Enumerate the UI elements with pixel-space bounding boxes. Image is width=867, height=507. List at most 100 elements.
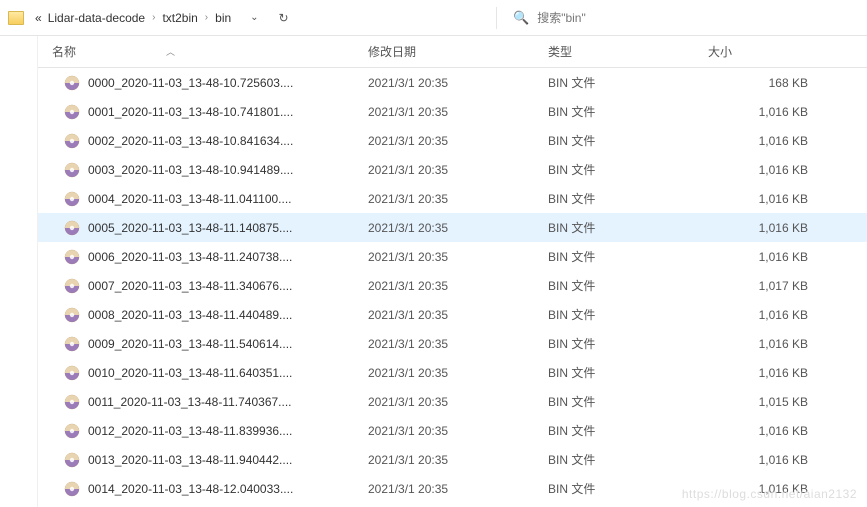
file-date: 2021/3/1 20:35 — [368, 337, 548, 351]
file-type: BIN 文件 — [548, 422, 708, 439]
header-size[interactable]: 大小 — [708, 36, 838, 67]
file-name: 0013_2020-11-03_13-48-11.940442.... — [88, 453, 292, 467]
file-type: BIN 文件 — [548, 190, 708, 207]
bin-file-icon — [64, 104, 80, 120]
search-placeholder: 搜索"bin" — [537, 9, 586, 26]
file-row[interactable]: 0012_2020-11-03_13-48-11.839936.... 2021… — [38, 416, 867, 445]
bin-file-icon — [64, 307, 80, 323]
file-type: BIN 文件 — [548, 277, 708, 294]
file-size: 1,016 KB — [708, 308, 838, 322]
file-date: 2021/3/1 20:35 — [368, 250, 548, 264]
bin-file-icon — [64, 220, 80, 236]
file-type: BIN 文件 — [548, 248, 708, 265]
file-row[interactable]: 0014_2020-11-03_13-48-12.040033.... 2021… — [38, 474, 867, 503]
refresh-icon[interactable]: ↻ — [271, 7, 297, 29]
file-name: 0010_2020-11-03_13-48-11.640351.... — [88, 366, 292, 380]
file-size: 1,016 KB — [708, 221, 838, 235]
file-row[interactable]: 0000_2020-11-03_13-48-10.725603.... 2021… — [38, 68, 867, 97]
file-list: 0000_2020-11-03_13-48-10.725603.... 2021… — [38, 68, 867, 507]
breadcrumb-prefix[interactable]: « — [32, 11, 45, 25]
file-size: 1,016 KB — [708, 366, 838, 380]
file-name: 0002_2020-11-03_13-48-10.841634.... — [88, 134, 293, 148]
file-name: 0006_2020-11-03_13-48-11.240738.... — [88, 250, 292, 264]
file-size: 1,016 KB — [708, 482, 838, 496]
column-headers: 名称 ︿ 修改日期 类型 大小 — [38, 36, 867, 68]
file-row[interactable]: 0008_2020-11-03_13-48-11.440489.... 2021… — [38, 300, 867, 329]
file-size: 1,016 KB — [708, 134, 838, 148]
bin-file-icon — [64, 452, 80, 468]
file-type: BIN 文件 — [548, 480, 708, 497]
file-row[interactable]: 0007_2020-11-03_13-48-11.340676.... 2021… — [38, 271, 867, 300]
file-type: BIN 文件 — [548, 306, 708, 323]
file-type: BIN 文件 — [548, 364, 708, 381]
file-name: 0000_2020-11-03_13-48-10.725603.... — [88, 76, 293, 90]
bin-file-icon — [64, 75, 80, 91]
file-name: 0008_2020-11-03_13-48-11.440489.... — [88, 308, 292, 322]
file-row[interactable]: 0010_2020-11-03_13-48-11.640351.... 2021… — [38, 358, 867, 387]
file-date: 2021/3/1 20:35 — [368, 163, 548, 177]
file-row[interactable]: 0002_2020-11-03_13-48-10.841634.... 2021… — [38, 126, 867, 155]
file-size: 1,016 KB — [708, 250, 838, 264]
breadcrumb-item-1[interactable]: txt2bin — [159, 11, 200, 25]
file-size: 1,016 KB — [708, 337, 838, 351]
file-name: 0001_2020-11-03_13-48-10.741801.... — [88, 105, 293, 119]
bin-file-icon — [64, 191, 80, 207]
file-name: 0007_2020-11-03_13-48-11.340676.... — [88, 279, 292, 293]
bin-file-icon — [64, 394, 80, 410]
file-name: 0009_2020-11-03_13-48-11.540614.... — [88, 337, 292, 351]
search-input[interactable]: 🔍 搜索"bin" — [503, 3, 863, 33]
file-name: 0011_2020-11-03_13-48-11.740367.... — [88, 395, 292, 409]
file-size: 1,016 KB — [708, 453, 838, 467]
file-type: BIN 文件 — [548, 132, 708, 149]
file-row[interactable]: 0001_2020-11-03_13-48-10.741801.... 2021… — [38, 97, 867, 126]
breadcrumb-dropdown-icon[interactable]: ⌄ — [242, 8, 266, 27]
bin-file-icon — [64, 133, 80, 149]
nav-pane-collapsed[interactable] — [0, 36, 38, 507]
file-size: 1,016 KB — [708, 105, 838, 119]
file-date: 2021/3/1 20:35 — [368, 105, 548, 119]
divider — [496, 7, 497, 29]
file-date: 2021/3/1 20:35 — [368, 395, 548, 409]
file-row[interactable]: 0006_2020-11-03_13-48-11.240738.... 2021… — [38, 242, 867, 271]
file-size: 1,016 KB — [708, 163, 838, 177]
folder-icon — [8, 11, 24, 25]
address-toolbar: « Lidar-data-decode › txt2bin › bin ⌄ ↻ … — [0, 0, 867, 36]
sort-asc-icon: ︿ — [166, 45, 175, 58]
bin-file-icon — [64, 249, 80, 265]
bin-file-icon — [64, 278, 80, 294]
file-date: 2021/3/1 20:35 — [368, 134, 548, 148]
file-type: BIN 文件 — [548, 451, 708, 468]
file-row[interactable]: 0011_2020-11-03_13-48-11.740367.... 2021… — [38, 387, 867, 416]
chevron-right-icon[interactable]: › — [148, 12, 159, 23]
file-row[interactable]: 0009_2020-11-03_13-48-11.540614.... 2021… — [38, 329, 867, 358]
search-icon: 🔍 — [513, 10, 529, 26]
file-name: 0014_2020-11-03_13-48-12.040033.... — [88, 482, 293, 496]
file-date: 2021/3/1 20:35 — [368, 192, 548, 206]
header-name[interactable]: 名称 ︿ — [38, 36, 368, 67]
file-size: 1,016 KB — [708, 424, 838, 438]
bin-file-icon — [64, 365, 80, 381]
bin-file-icon — [64, 162, 80, 178]
breadcrumb[interactable]: « Lidar-data-decode › txt2bin › bin — [32, 11, 234, 25]
file-date: 2021/3/1 20:35 — [368, 221, 548, 235]
breadcrumb-item-0[interactable]: Lidar-data-decode — [45, 11, 148, 25]
breadcrumb-item-2[interactable]: bin — [212, 11, 234, 25]
file-type: BIN 文件 — [548, 74, 708, 91]
file-date: 2021/3/1 20:35 — [368, 424, 548, 438]
bin-file-icon — [64, 481, 80, 497]
file-name: 0005_2020-11-03_13-48-11.140875.... — [88, 221, 292, 235]
header-type[interactable]: 类型 — [548, 36, 708, 67]
file-size: 1,015 KB — [708, 395, 838, 409]
file-size: 1,017 KB — [708, 279, 838, 293]
file-type: BIN 文件 — [548, 103, 708, 120]
header-date[interactable]: 修改日期 — [368, 36, 548, 67]
file-row[interactable]: 0004_2020-11-03_13-48-11.041100.... 2021… — [38, 184, 867, 213]
file-row[interactable]: 0003_2020-11-03_13-48-10.941489.... 2021… — [38, 155, 867, 184]
chevron-right-icon[interactable]: › — [201, 12, 212, 23]
file-type: BIN 文件 — [548, 393, 708, 410]
file-row[interactable]: 0015 2020-11-03 13-48-12.139523.... 2021… — [38, 503, 867, 507]
file-row[interactable]: 0013_2020-11-03_13-48-11.940442.... 2021… — [38, 445, 867, 474]
file-row[interactable]: 0005_2020-11-03_13-48-11.140875.... 2021… — [38, 213, 867, 242]
file-name: 0012_2020-11-03_13-48-11.839936.... — [88, 424, 292, 438]
file-date: 2021/3/1 20:35 — [368, 453, 548, 467]
